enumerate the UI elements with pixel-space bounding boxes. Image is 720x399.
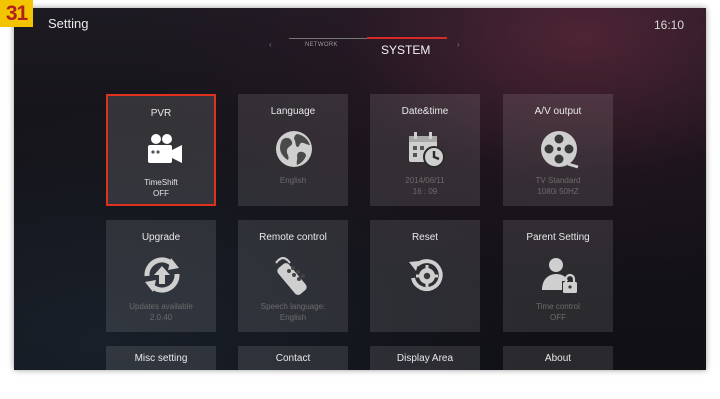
tile-title: Display Area: [396, 353, 454, 364]
tile-pvr[interactable]: PVR TimeShift OFF: [106, 94, 216, 206]
frame: Setting 16:10 ‹ NETWORK SYSTEM › PVR Tim…: [0, 0, 720, 399]
tile-subtitle: Speech language: English: [260, 302, 326, 322]
tile-contact[interactable]: Contact: [238, 346, 348, 370]
calendar-clock-icon: [409, 132, 445, 168]
tile-date-time[interactable]: Date&time 2014/06/11 16 : 09: [370, 94, 480, 206]
tile-av-output[interactable]: A/V output TV Standard 1080i 50HZ: [503, 94, 613, 206]
chevron-right-icon[interactable]: ›: [457, 40, 460, 49]
tile-display-area[interactable]: Display Area: [370, 346, 480, 370]
tile-subtitle: Time control OFF: [536, 302, 580, 322]
tile-title: Remote control: [259, 232, 327, 243]
tile-title: A/V output: [534, 106, 582, 117]
tile-title: Reset: [411, 232, 439, 243]
tile-reset[interactable]: Reset: [370, 220, 480, 332]
tile-title: PVR: [150, 108, 172, 119]
film-reel-icon: [541, 131, 579, 169]
tab-system[interactable]: SYSTEM: [381, 43, 430, 57]
tile-title: Language: [270, 106, 316, 117]
tile-about[interactable]: About: [503, 346, 613, 370]
tile-title: About: [544, 353, 572, 364]
tab-bar: ‹ NETWORK SYSTEM ›: [269, 36, 469, 66]
upgrade-arrows-icon: [144, 257, 180, 293]
chevron-left-icon[interactable]: ‹: [269, 40, 272, 49]
tab-active-indicator: [367, 37, 447, 39]
reset-gear-icon: [409, 259, 443, 292]
clock: 16:10: [653, 18, 684, 32]
globe-icon: [276, 131, 312, 167]
parent-lock-icon: [542, 258, 577, 293]
tile-upgrade[interactable]: Upgrade Updates available 2.0.40: [106, 220, 216, 332]
tile-subtitle: TV Standard 1080i 50HZ: [535, 176, 581, 196]
tile-subtitle: 2014/06/11 16 : 09: [405, 176, 445, 196]
video-camera-icon: [148, 134, 182, 163]
tile-subtitle: Updates available 2.0.40: [129, 302, 193, 322]
tile-title: Contact: [275, 353, 311, 364]
tile-remote-control[interactable]: Remote control Speech language: English: [238, 220, 348, 332]
tile-title: Parent Setting: [526, 232, 590, 243]
tab-divider: [289, 38, 371, 39]
tile-title: Upgrade: [141, 232, 181, 243]
page-title: Setting: [48, 16, 89, 31]
tile-parent-setting[interactable]: Parent Setting Time control OFF: [503, 220, 613, 332]
tile-subtitle: English: [279, 176, 307, 185]
tile-title: Misc setting: [134, 353, 188, 364]
step-number-badge: 31: [0, 0, 33, 27]
tile-subtitle: TimeShift OFF: [144, 178, 178, 198]
tile-language[interactable]: Language English: [238, 94, 348, 206]
remote-control-icon: [275, 257, 307, 295]
tab-network[interactable]: NETWORK: [305, 42, 338, 48]
tile-misc-setting[interactable]: Misc setting: [106, 346, 216, 370]
tile-title: Date&time: [401, 106, 449, 117]
tv-screen: Setting 16:10 ‹ NETWORK SYSTEM › PVR Tim…: [14, 8, 706, 370]
